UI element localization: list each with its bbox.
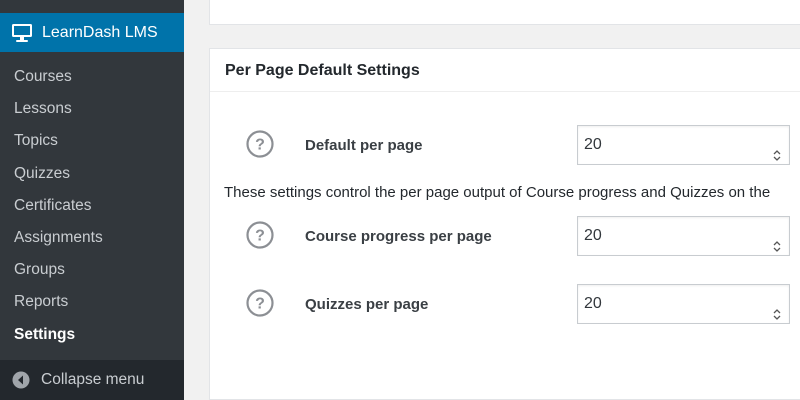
default-per-page-label: Default per page (305, 137, 423, 154)
help-icon[interactable]: ? (245, 288, 275, 318)
sidebar-main-label: LearnDash LMS (42, 23, 158, 41)
help-icon[interactable]: ? (245, 220, 275, 250)
sidebar-item-settings[interactable]: Settings (0, 319, 184, 351)
quizzes-per-page-input[interactable]: 20 (577, 284, 790, 324)
sidebar-item-quizzes[interactable]: Quizzes (0, 158, 184, 190)
stepper-icon[interactable] (773, 298, 781, 320)
sidebar-submenu: Courses Lessons Topics Quizzes Certifica… (0, 52, 184, 360)
panel-title: Per Page Default Settings (225, 62, 420, 79)
sidebar-item-certificates[interactable]: Certificates (0, 190, 184, 222)
sidebar-item-reports[interactable]: Reports (0, 286, 184, 318)
sidebar-item-groups[interactable]: Groups (0, 254, 184, 286)
stepper-icon[interactable] (773, 230, 781, 252)
sidebar-item-learndash-lms[interactable]: LearnDash LMS (0, 13, 184, 52)
quizzes-per-page-value: 20 (584, 295, 602, 312)
per-page-description: These settings control the per page outp… (224, 184, 771, 201)
svg-text:?: ? (255, 137, 265, 154)
panel-header: Per Page Default Settings (210, 49, 800, 92)
previous-settings-panel (209, 0, 800, 25)
setting-row-quizzes-per-page: ? Quizzes per page 20 (210, 284, 800, 324)
sidebar-previous-item (0, 0, 184, 13)
stepper-icon[interactable] (773, 139, 781, 161)
admin-sidebar: LearnDash LMS Courses Lessons Topics Qui… (0, 0, 184, 400)
default-per-page-value: 20 (584, 136, 602, 153)
collapse-menu-label: Collapse menu (41, 371, 145, 388)
per-page-settings-panel: Per Page Default Settings ? Default per … (209, 48, 800, 400)
default-per-page-input[interactable]: 20 (577, 125, 790, 165)
sidebar-item-topics[interactable]: Topics (0, 125, 184, 157)
quizzes-per-page-label: Quizzes per page (305, 296, 429, 313)
help-icon[interactable]: ? (245, 129, 275, 159)
svg-text:?: ? (255, 228, 265, 245)
sidebar-item-lessons[interactable]: Lessons (0, 93, 184, 125)
setting-row-course-progress-per-page: ? Course progress per page 20 (210, 216, 800, 256)
collapse-menu-button[interactable]: Collapse menu (0, 360, 184, 400)
course-progress-per-page-label: Course progress per page (305, 228, 492, 245)
monitor-icon (11, 22, 33, 44)
course-progress-per-page-input[interactable]: 20 (577, 216, 790, 256)
svg-text:?: ? (255, 296, 265, 313)
setting-row-default-per-page: ? Default per page 20 (210, 125, 800, 165)
course-progress-per-page-value: 20 (584, 227, 602, 244)
sidebar-item-assignments[interactable]: Assignments (0, 222, 184, 254)
sidebar-item-courses[interactable]: Courses (0, 61, 184, 93)
collapse-arrow-icon (12, 371, 30, 389)
